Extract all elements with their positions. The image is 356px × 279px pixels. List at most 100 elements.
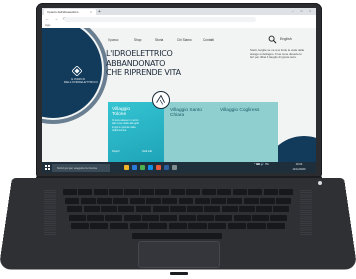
keyboard-key[interactable] (101, 206, 117, 212)
url-input[interactable] (64, 16, 256, 22)
keyboard-key[interactable] (170, 189, 185, 195)
keyboard-key[interactable] (273, 206, 290, 212)
keyboard-key[interactable] (124, 189, 139, 195)
language-switch[interactable]: English (280, 37, 292, 41)
keyboard-key[interactable] (97, 197, 113, 204)
keyboard-key[interactable] (169, 206, 186, 212)
keyboard-key[interactable] (232, 189, 247, 195)
taskbar-app-icon[interactable] (140, 165, 145, 170)
laptop-screen: Il parco dell'idroelettrico × + – □ × ← … (42, 8, 316, 173)
search-icon[interactable] (268, 35, 277, 44)
keyboard-key[interactable] (204, 206, 221, 212)
keyboard-key[interactable] (248, 189, 263, 195)
keyboard-key[interactable] (188, 223, 207, 229)
keyboard-key[interactable] (215, 214, 233, 221)
keyboard-key[interactable] (146, 197, 161, 204)
bookmarks-apps-link[interactable]: App (45, 23, 50, 27)
card-tolone-link[interactable]: Scopri (112, 150, 119, 153)
keyboard-key[interactable] (238, 206, 255, 212)
keyboard-key[interactable] (247, 223, 266, 229)
keyboard-key[interactable] (227, 223, 246, 229)
taskbar-app-icon[interactable] (164, 165, 169, 170)
keyboard-key[interactable] (186, 189, 201, 195)
keyboard-key[interactable] (160, 214, 178, 221)
card-santa-chiara-title[interactable]: Villaggio Santo Chiara (170, 108, 210, 119)
keyboard-key[interactable] (62, 189, 77, 195)
keyboard-key[interactable] (243, 197, 259, 204)
keyboard-key[interactable] (187, 206, 204, 212)
keyboard-key[interactable] (263, 189, 278, 195)
nav-item-contatti[interactable]: Contatti (203, 38, 214, 42)
keyboard-key[interactable] (123, 214, 141, 221)
keyboard-key[interactable] (109, 223, 129, 229)
keyboard-key[interactable] (152, 206, 169, 212)
tray-icons[interactable]: ^ ⌨ 🔊 ITA (254, 163, 269, 166)
keyboard-key[interactable] (118, 206, 135, 212)
keyboard-key[interactable] (70, 223, 89, 229)
site-logo-text: IL PARCO DELL'IDROELETTRICO (64, 77, 98, 85)
keyboard-key[interactable] (68, 214, 86, 221)
keyboard-key[interactable] (80, 197, 96, 204)
card-tolone[interactable]: Villaggio Tolone Ci sono attese in mezzo… (108, 102, 164, 162)
keyboard-key[interactable] (129, 197, 145, 204)
keyboard-key[interactable] (251, 214, 269, 221)
keyboard-spacebar[interactable] (132, 233, 222, 239)
start-menu-icon[interactable] (45, 165, 50, 170)
taskbar-apps[interactable] (124, 165, 180, 170)
card-tolone-more[interactable]: Vedi tutti (142, 150, 152, 153)
keyboard-key[interactable] (266, 223, 286, 229)
nav-item-chi-siamo[interactable]: Chi Siamo (177, 38, 192, 42)
keyboard-key[interactable] (270, 214, 288, 221)
power-button[interactable] (318, 181, 322, 185)
keyboard-key[interactable] (221, 206, 238, 212)
window-controls[interactable]: – □ × (292, 8, 314, 15)
keyboard-key[interactable] (162, 197, 178, 204)
browser-tabbar: Il parco dell'idroelettrico × + – □ × (42, 8, 316, 15)
keyboard-key[interactable] (105, 214, 123, 221)
keyboard-key[interactable] (149, 223, 168, 229)
keyboard-key[interactable] (233, 214, 251, 221)
keyboard-key[interactable] (256, 206, 272, 212)
keyboard-key[interactable] (196, 214, 214, 221)
trackpad[interactable] (138, 241, 220, 268)
taskbar-clock[interactable]: 16:04 11/11/2020 (288, 162, 310, 172)
keyboard-key[interactable] (93, 189, 108, 195)
keyboard-key[interactable] (64, 197, 80, 204)
keyboard-key[interactable] (178, 197, 194, 204)
taskbar-app-icon[interactable] (148, 165, 153, 170)
extension-icons[interactable] (262, 17, 301, 30)
keyboard-key[interactable] (83, 206, 100, 212)
taskbar-search-input[interactable]: Scrivi qui per eseguire la ricerca (52, 163, 110, 172)
keyboard-key[interactable] (279, 189, 294, 195)
keyboard-key[interactable] (129, 223, 148, 229)
taskbar-app-icon[interactable] (132, 165, 137, 170)
keyboard-key[interactable] (78, 189, 93, 195)
keyboard-key[interactable] (141, 214, 159, 221)
keyboard-key[interactable] (201, 189, 216, 195)
keyboard-key[interactable] (90, 223, 109, 229)
keyboard-key[interactable] (66, 206, 83, 212)
keyboard-key[interactable] (86, 214, 104, 221)
taskbar-app-icon[interactable] (156, 165, 161, 170)
nav-item-shop[interactable]: Shop (134, 38, 141, 42)
site-logo-icon[interactable] (72, 66, 82, 76)
nav-item-parco[interactable]: Il parco (108, 38, 118, 42)
keyboard-key[interactable] (260, 197, 275, 204)
keyboard-key[interactable] (135, 206, 152, 212)
keyboard-key[interactable] (109, 189, 124, 195)
keyboard-key[interactable] (113, 197, 129, 204)
keyboard-key[interactable] (194, 197, 210, 204)
keyboard-key[interactable] (208, 223, 227, 229)
taskbar-app-icon[interactable] (172, 165, 177, 170)
keyboard-key[interactable] (211, 197, 227, 204)
keyboard-key[interactable] (168, 223, 188, 229)
taskbar-app-icon[interactable] (124, 165, 129, 170)
keyboard-key[interactable] (227, 197, 243, 204)
keyboard-key[interactable] (276, 197, 292, 204)
keyboard-key[interactable] (217, 189, 232, 195)
nav-item-storia[interactable]: Storia (155, 38, 163, 42)
keyboard-key[interactable] (178, 214, 196, 221)
card-cogliress-title[interactable]: Villaggio Cogliress (220, 108, 260, 113)
keyboard-key[interactable] (139, 189, 154, 195)
keyboard-key[interactable] (155, 189, 170, 195)
